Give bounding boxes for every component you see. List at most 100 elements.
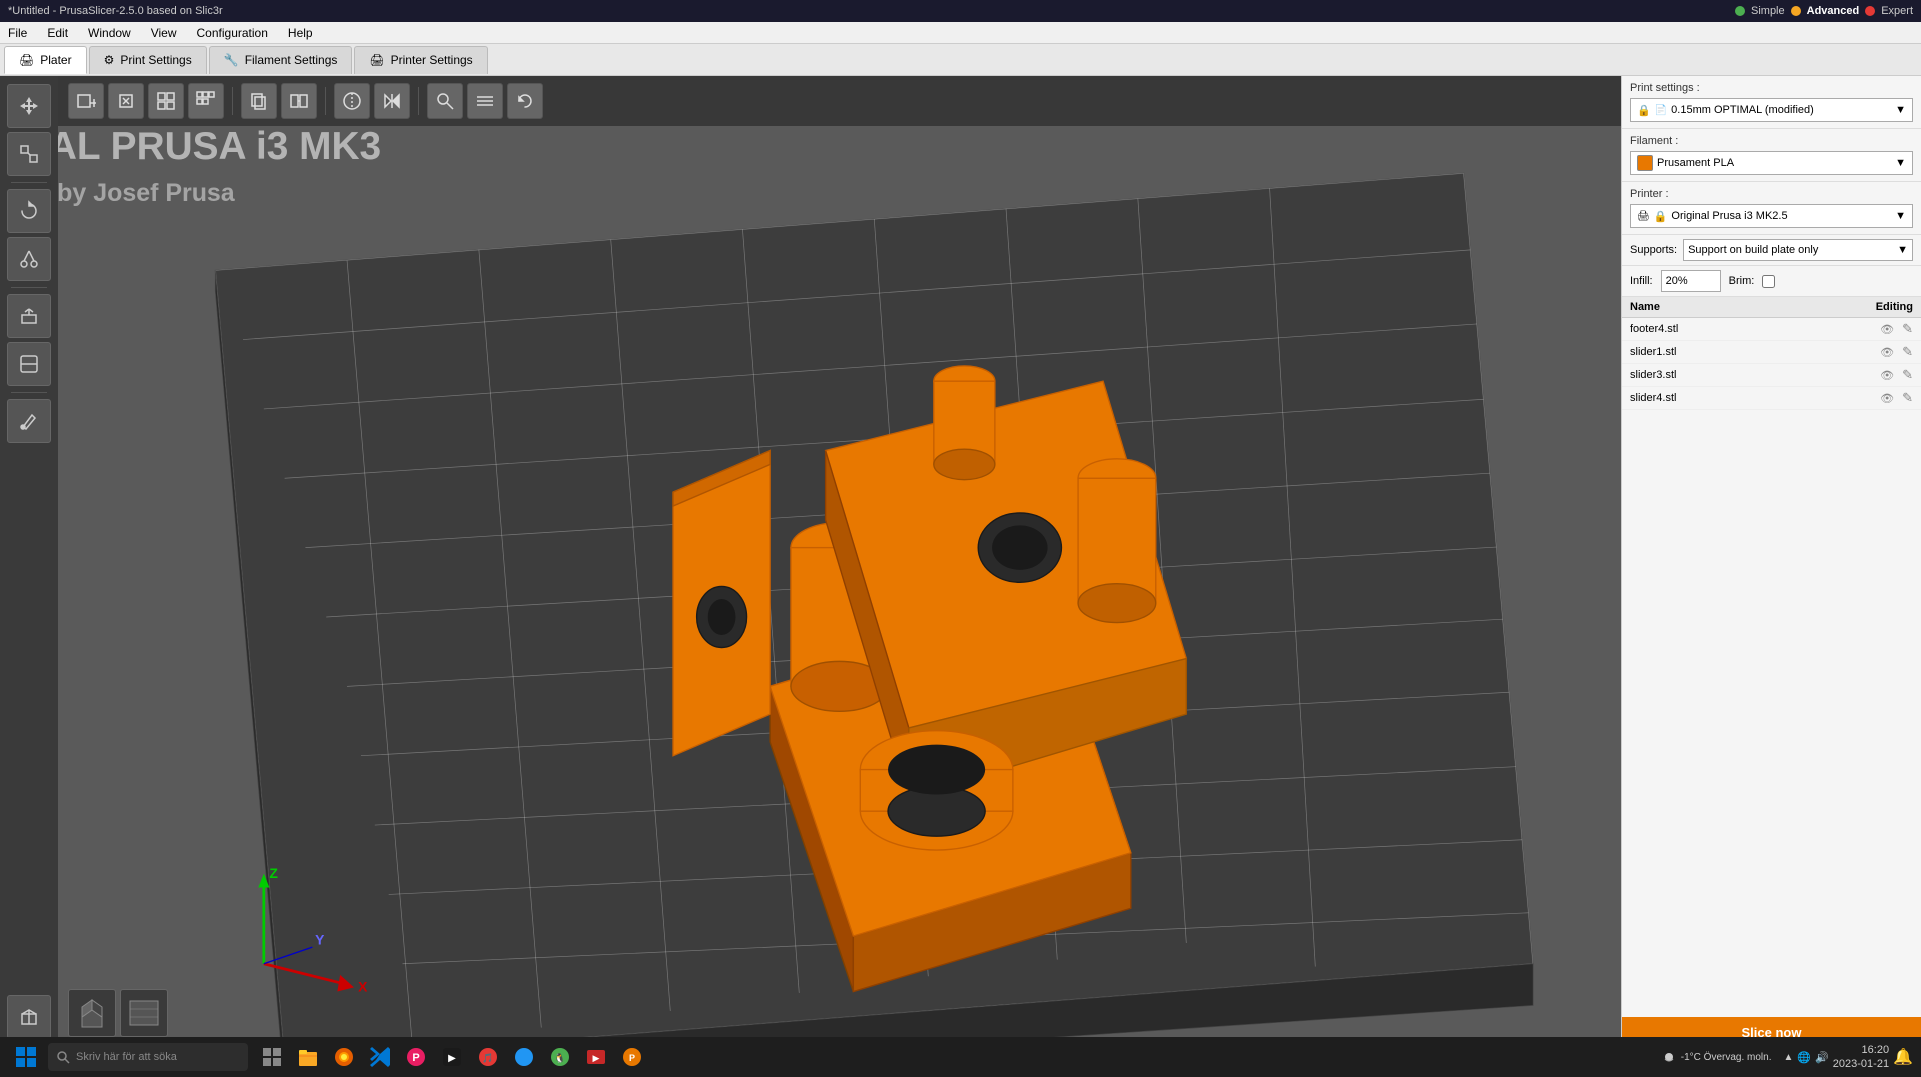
- list-item[interactable]: slider3.stl 👁 ✎: [1622, 364, 1921, 387]
- viewport[interactable]: ORIGINAL PRUSA i3 MK3 by Josef Prusa: [58, 76, 1621, 1047]
- objects-list: Name Editing footer4.stl 👁 ✎ slider1.stl…: [1622, 297, 1921, 1017]
- weather-text: -1°C Övervag. moln.: [1681, 1052, 1772, 1063]
- print-settings-dropdown-icon: ▼: [1895, 104, 1906, 116]
- print-settings-section: Print settings : 🔒 📄 0.15mm OPTIMAL (mod…: [1622, 76, 1921, 129]
- vp-search[interactable]: [427, 83, 463, 119]
- titlebar: *Untitled - PrusaSlicer-2.5.0 based on S…: [0, 0, 1921, 22]
- printer-label: Printer :: [1630, 188, 1913, 200]
- taskbar-vscode[interactable]: [364, 1041, 396, 1073]
- visibility-eye-icon[interactable]: 👁: [1880, 369, 1894, 382]
- svg-text:P: P: [629, 1053, 635, 1063]
- tool-cut[interactable]: [7, 237, 51, 281]
- printer-icon: 🖨: [1637, 211, 1650, 222]
- menu-file[interactable]: File: [4, 24, 31, 42]
- visibility-eye-icon[interactable]: 👁: [1880, 346, 1894, 359]
- vp-undo[interactable]: [507, 83, 543, 119]
- advanced-mode-label[interactable]: Advanced: [1807, 5, 1860, 17]
- taskbar-search[interactable]: Skriv här för att söka: [48, 1043, 248, 1071]
- search-placeholder: Skriv här för att söka: [76, 1051, 177, 1063]
- clock-date: 2023-01-21: [1833, 1057, 1889, 1071]
- edit-icon[interactable]: ✎: [1902, 344, 1913, 360]
- taskbar-app5[interactable]: P: [400, 1041, 432, 1073]
- edit-icon[interactable]: ✎: [1902, 367, 1913, 383]
- list-item[interactable]: slider4.stl 👁 ✎: [1622, 387, 1921, 410]
- menu-configuration[interactable]: Configuration: [193, 24, 272, 42]
- view-cube-flat[interactable]: [120, 989, 168, 1037]
- printer-select[interactable]: 🖨 🔒 Original Prusa i3 MK2.5 ▼: [1630, 204, 1913, 228]
- toolbar-separator-3: [11, 392, 47, 393]
- editing-column-header: Editing: [1853, 301, 1913, 313]
- taskbar-app8[interactable]: [508, 1041, 540, 1073]
- tool-scale[interactable]: [7, 132, 51, 176]
- list-item[interactable]: slider1.stl 👁 ✎: [1622, 341, 1921, 364]
- tool-3d-view[interactable]: [7, 995, 51, 1039]
- tool-seam[interactable]: [7, 342, 51, 386]
- print-settings-tab-label: Print Settings: [120, 53, 191, 67]
- view-cube-perspective[interactable]: [68, 989, 116, 1037]
- taskbar-explorer[interactable]: [292, 1041, 324, 1073]
- supports-row: Supports: Support on build plate only ▼: [1622, 235, 1921, 266]
- expert-mode-dot: [1865, 6, 1875, 16]
- visibility-eye-icon[interactable]: 👁: [1880, 323, 1894, 336]
- print-settings-profile-icon: 📄: [1655, 105, 1667, 116]
- list-item[interactable]: footer4.stl 👁 ✎: [1622, 318, 1921, 341]
- tool-support[interactable]: [7, 294, 51, 338]
- taskbar-clock[interactable]: 16:20 2023-01-21: [1833, 1043, 1889, 1072]
- infill-label: Infill:: [1630, 275, 1653, 287]
- objects-list-header: Name Editing: [1622, 297, 1921, 318]
- tool-move[interactable]: [7, 84, 51, 128]
- vp-arrange[interactable]: [148, 83, 184, 119]
- taskbar-app6[interactable]: ▶: [436, 1041, 468, 1073]
- tab-print-settings[interactable]: ⚙ Print Settings: [89, 46, 207, 74]
- edit-icon[interactable]: ✎: [1902, 390, 1913, 406]
- vp-mirror[interactable]: [374, 83, 410, 119]
- printer-settings-tab-label: Printer Settings: [391, 53, 473, 67]
- tool-rotate[interactable]: [7, 189, 51, 233]
- menu-edit[interactable]: Edit: [43, 24, 72, 42]
- infill-row: Infill: Brim:: [1622, 266, 1921, 297]
- menu-view[interactable]: View: [147, 24, 181, 42]
- menu-help[interactable]: Help: [284, 24, 317, 42]
- supports-dropdown-icon: ▼: [1897, 244, 1908, 256]
- vp-split-obj[interactable]: [334, 83, 370, 119]
- tray-notifications[interactable]: 🔔: [1893, 1047, 1913, 1067]
- print-settings-label: Print settings :: [1630, 82, 1913, 94]
- brim-checkbox[interactable]: [1762, 275, 1775, 288]
- tool-paint[interactable]: [7, 399, 51, 443]
- filament-section: Filament : Prusament PLA ▼: [1622, 129, 1921, 182]
- tray-chevron[interactable]: ▲: [1783, 1052, 1793, 1063]
- taskbar-prusa-icon[interactable]: P: [616, 1041, 648, 1073]
- infill-input[interactable]: [1661, 270, 1721, 292]
- app-title: *Untitled - PrusaSlicer-2.5.0 based on S…: [8, 5, 223, 17]
- tab-printer-settings[interactable]: 🖨 Printer Settings: [354, 46, 487, 74]
- expert-mode-label[interactable]: Expert: [1881, 5, 1913, 17]
- filament-dropdown-icon: ▼: [1895, 157, 1906, 169]
- visibility-eye-icon[interactable]: 👁: [1880, 392, 1894, 405]
- taskbar-app9[interactable]: 🐧: [544, 1041, 576, 1073]
- build-plate-view[interactable]: ORIGINAL PRUSA i3 MK3 by Josef Prusa: [58, 76, 1621, 1047]
- taskbar-app7[interactable]: 🎵: [472, 1041, 504, 1073]
- start-button[interactable]: [8, 1041, 44, 1073]
- vp-arrange-all[interactable]: [188, 83, 224, 119]
- simple-mode-label[interactable]: Simple: [1751, 5, 1785, 17]
- taskbar-task-view[interactable]: [256, 1041, 288, 1073]
- taskbar-app10[interactable]: ▶: [580, 1041, 612, 1073]
- svg-text:Y: Y: [315, 931, 325, 947]
- taskbar-firefox[interactable]: [328, 1041, 360, 1073]
- tab-plater[interactable]: 🖨 Plater: [4, 46, 87, 74]
- brim-label: Brim:: [1729, 275, 1755, 287]
- print-settings-select[interactable]: 🔒 📄 0.15mm OPTIMAL (modified) ▼: [1630, 98, 1913, 122]
- tab-filament-settings[interactable]: 🔧 Filament Settings: [209, 46, 353, 74]
- menu-window[interactable]: Window: [84, 24, 135, 42]
- vp-layers[interactable]: [467, 83, 503, 119]
- plater-tab-icon: 🖨: [19, 53, 34, 67]
- viewport-toolbar: [58, 76, 1621, 126]
- vp-split[interactable]: [281, 83, 317, 119]
- svg-text:▶: ▶: [593, 1053, 600, 1063]
- vp-add-object[interactable]: [68, 83, 104, 119]
- vp-delete[interactable]: [108, 83, 144, 119]
- vp-copy[interactable]: [241, 83, 277, 119]
- edit-icon[interactable]: ✎: [1902, 321, 1913, 337]
- supports-select[interactable]: Support on build plate only ▼: [1683, 239, 1913, 261]
- filament-select[interactable]: Prusament PLA ▼: [1630, 151, 1913, 175]
